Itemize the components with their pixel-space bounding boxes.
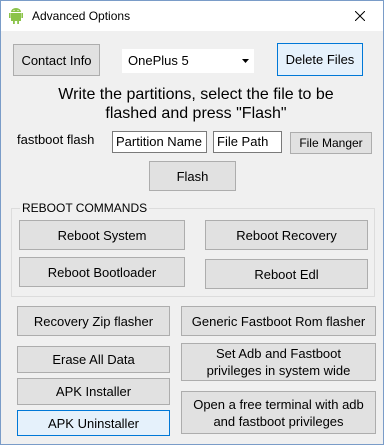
android-icon xyxy=(9,8,23,24)
reboot-system-button[interactable]: Reboot System xyxy=(19,220,185,250)
flash-instructions-line2: flashed and press "Flash" xyxy=(105,105,287,122)
open-terminal-line1: Open a free terminal with adb xyxy=(193,396,364,412)
device-select-value: OnePlus 5 xyxy=(128,53,189,68)
fastboot-flash-label: fastboot flash xyxy=(17,132,95,147)
open-terminal-line2: and fastboot privileges xyxy=(213,413,344,429)
file-path-field[interactable]: File Path xyxy=(213,131,282,153)
generic-fastboot-rom-flasher-button[interactable]: Generic Fastboot Rom flasher xyxy=(181,306,376,336)
reboot-commands-title: REBOOT COMMANDS xyxy=(20,201,150,215)
window-title: Advanced Options xyxy=(32,9,131,23)
chevron-down-icon xyxy=(242,59,249,63)
title-bar[interactable]: Advanced Options xyxy=(1,1,383,31)
recovery-zip-flasher-button[interactable]: Recovery Zip flasher xyxy=(17,306,170,336)
apk-uninstaller-button[interactable]: APK Uninstaller xyxy=(17,410,170,436)
file-manager-button[interactable]: File Manger xyxy=(290,132,372,154)
flash-button[interactable]: Flash xyxy=(149,161,236,191)
reboot-recovery-button[interactable]: Reboot Recovery xyxy=(205,220,368,250)
partition-name-field[interactable]: Partition Name xyxy=(112,131,207,153)
flash-instructions-line1: Write the partitions, select the file to… xyxy=(58,86,334,103)
delete-files-button[interactable]: Delete Files xyxy=(277,43,363,76)
set-adb-line2: privileges in system wide xyxy=(206,363,351,378)
close-button[interactable] xyxy=(337,1,383,31)
set-adb-fastboot-privileges-button[interactable]: Set Adb and Fastboot privileges in syste… xyxy=(181,343,376,381)
reboot-edl-button[interactable]: Reboot Edl xyxy=(205,259,368,289)
contact-info-button[interactable]: Contact Info xyxy=(13,44,100,76)
erase-all-data-button[interactable]: Erase All Data xyxy=(17,346,170,373)
device-select[interactable]: OnePlus 5 xyxy=(122,49,254,73)
advanced-options-window: Advanced Options Contact Info OnePlus 5 … xyxy=(0,0,384,445)
reboot-bootloader-button[interactable]: Reboot Bootloader xyxy=(19,257,185,287)
set-adb-line1: Set Adb and Fastboot xyxy=(215,346,342,361)
apk-installer-button[interactable]: APK Installer xyxy=(17,378,170,405)
open-terminal-button[interactable]: Open a free terminal with adb and fastbo… xyxy=(181,391,376,434)
close-icon xyxy=(355,11,365,21)
